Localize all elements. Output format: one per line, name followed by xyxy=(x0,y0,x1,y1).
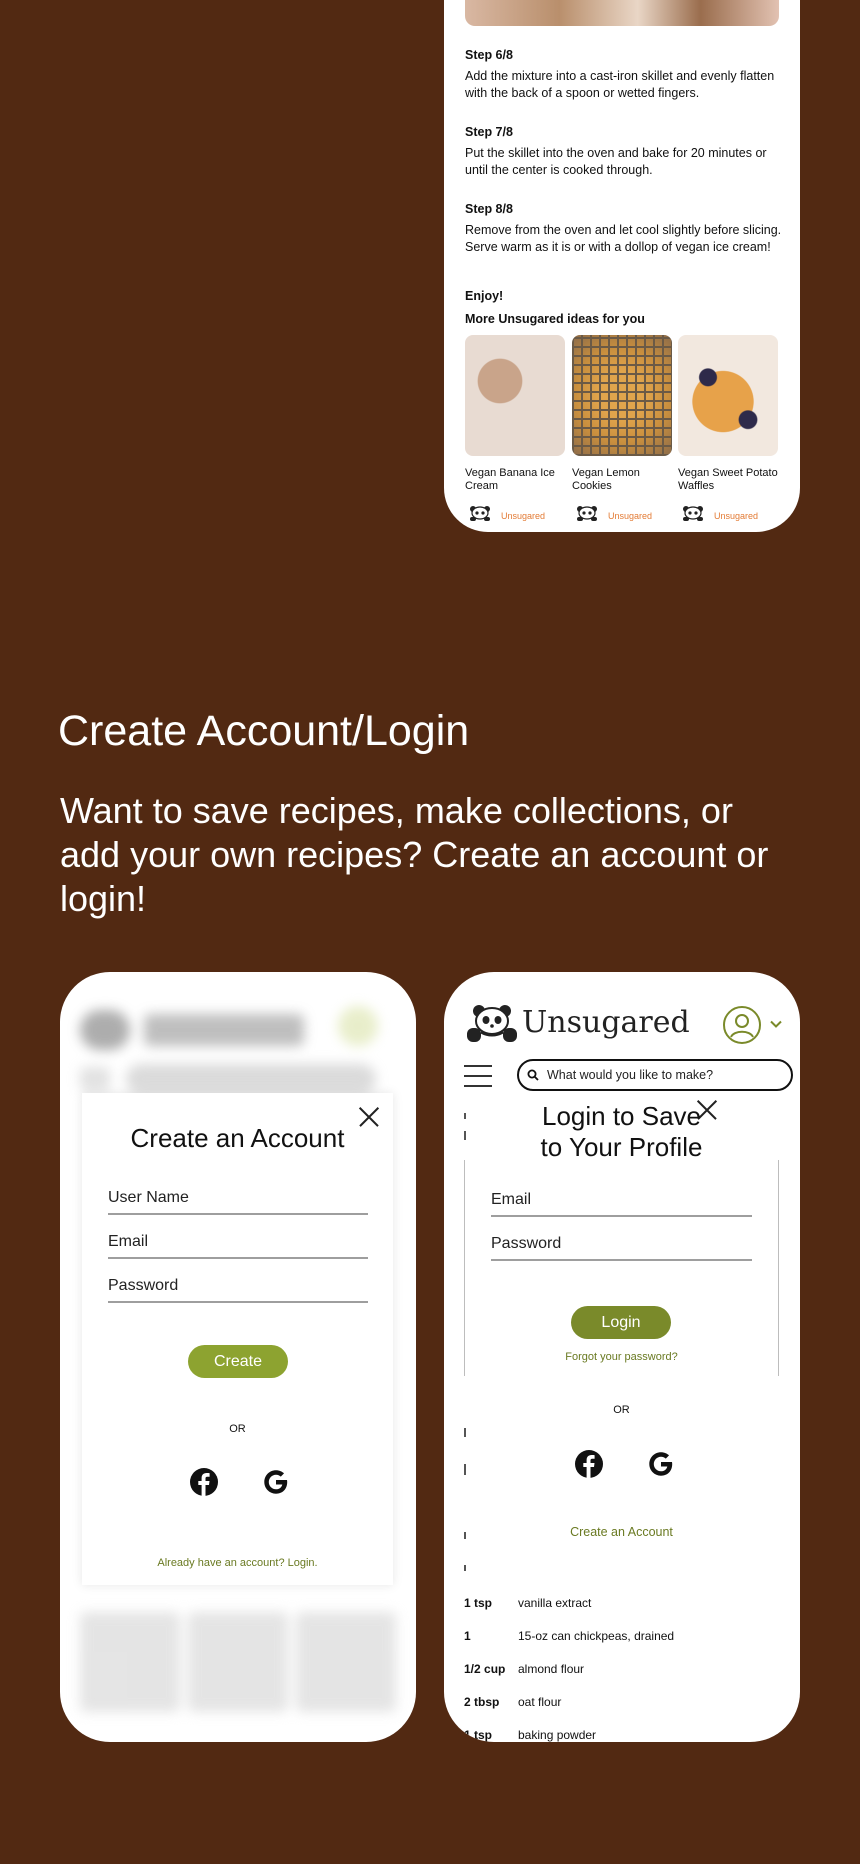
modal-title: Create an Account xyxy=(130,1123,345,1153)
search-icon xyxy=(527,1069,539,1081)
brand-name: Unsugared xyxy=(501,511,546,521)
brand-name: Unsugared xyxy=(608,511,653,521)
step-title: Step 7/8 xyxy=(465,125,513,139)
ingredient-qty: 1 tsp xyxy=(464,1728,493,1742)
step-text: Put the skillet into the oven and bake f… xyxy=(465,146,767,177)
ingredient-name: oat flour xyxy=(518,1695,562,1709)
ingredient-qty: 2 tbsp xyxy=(464,1695,500,1709)
recipe-card[interactable]: Vegan Banana Ice Cream Unsugared xyxy=(465,335,565,523)
card-brand: Unsugared xyxy=(678,505,778,523)
step-text: Add the mixture into a cast-iron skillet… xyxy=(465,69,775,100)
facebook-icon[interactable] xyxy=(189,1467,219,1497)
step-text: Remove from the oven and let cool slight… xyxy=(465,223,782,254)
card-caption: Vegan Lemon Cookies xyxy=(572,467,640,492)
card-brand: Unsugared xyxy=(465,505,565,523)
recipe-step: Step 8/8 Remove from the oven and let co… xyxy=(465,202,783,256)
ingredient-name: almond flour xyxy=(518,1662,585,1676)
card-brand: Unsugared xyxy=(572,505,672,523)
recipe-hero-image xyxy=(465,0,779,26)
section-description: Want to save recipes, make collections, … xyxy=(60,790,769,919)
search-input[interactable] xyxy=(545,1067,779,1083)
recipe-card[interactable]: Vegan Sweet Potato Waffles Unsugared xyxy=(678,335,778,523)
create-account-link[interactable]: Create an Account xyxy=(467,1525,776,1539)
section-title: Create Account/Login xyxy=(58,707,470,755)
recipe-step: Step 6/8 Add the mixture into a cast-iro… xyxy=(465,48,783,102)
or-divider: OR xyxy=(229,1423,246,1435)
brand-name: Unsugared xyxy=(714,511,759,521)
search-bar[interactable] xyxy=(517,1059,793,1091)
ingredient-name: baking powder xyxy=(518,1728,597,1742)
forgot-password-link[interactable]: Forgot your password? xyxy=(467,1351,776,1363)
email-field[interactable] xyxy=(491,1191,752,1217)
login-modal: Login to Save to Your Profile Login Forg… xyxy=(467,1100,776,1540)
background-fragment xyxy=(464,1113,466,1119)
brand-logo-text[interactable]: Unsugared xyxy=(522,1005,690,1040)
background-fragment xyxy=(464,1428,466,1437)
panda-logo-icon xyxy=(577,506,597,521)
facebook-icon[interactable] xyxy=(574,1449,604,1479)
panda-logo-icon xyxy=(470,506,490,521)
recipe-phone-screen: Step 6/8 Add the mixture into a cast-iro… xyxy=(444,0,800,532)
panda-logo-icon xyxy=(683,506,703,521)
create-account-modal: Create an Account Create OR Already have… xyxy=(82,1093,393,1585)
signup-phone-screen: Create an Account Create OR Already have… xyxy=(60,972,416,1742)
more-ideas-title: More Unsugared ideas for you xyxy=(465,312,645,326)
background-fragment xyxy=(464,1565,466,1571)
google-icon[interactable] xyxy=(261,1467,291,1497)
step-title: Step 6/8 xyxy=(465,48,513,62)
email-field[interactable] xyxy=(108,1233,368,1259)
card-caption: Vegan Banana Ice Cream xyxy=(465,467,555,492)
login-link[interactable]: Already have an account? Login. xyxy=(82,1557,393,1569)
google-icon[interactable] xyxy=(646,1449,676,1479)
modal-title-line1: Login to Save xyxy=(541,1101,701,1131)
modal-title-line2: to Your Profile xyxy=(540,1132,703,1162)
card-image xyxy=(572,335,672,456)
username-field[interactable] xyxy=(108,1189,368,1215)
login-phone-screen: Unsugared Login to Save to Your Profile … xyxy=(444,972,800,1742)
panda-logo-icon xyxy=(467,1005,517,1042)
user-avatar-icon[interactable] xyxy=(722,1005,762,1045)
card-image xyxy=(465,335,565,456)
or-divider: OR xyxy=(613,1404,630,1416)
ingredient-qty: 1/2 cup xyxy=(464,1662,506,1676)
login-button[interactable]: Login xyxy=(571,1306,671,1339)
recipe-step: Step 7/8 Put the skillet into the oven a… xyxy=(465,125,783,179)
menu-icon[interactable] xyxy=(464,1065,492,1089)
create-button[interactable]: Create xyxy=(188,1345,288,1378)
enjoy-text: Enjoy! xyxy=(465,289,504,303)
ingredient-qty: 1 xyxy=(464,1629,471,1643)
background-fragment xyxy=(464,1131,466,1140)
chevron-down-icon[interactable] xyxy=(770,1020,782,1029)
recipe-card[interactable]: Vegan Lemon Cookies Unsugared xyxy=(572,335,672,523)
ingredient-name: 15-oz can chickpeas, drained xyxy=(518,1629,675,1643)
background-fragment xyxy=(464,1532,466,1539)
ingredient-qty: 1 tsp xyxy=(464,1596,493,1610)
password-field[interactable] xyxy=(491,1235,752,1261)
step-title: Step 8/8 xyxy=(465,202,513,216)
card-caption: Vegan Sweet Potato Waffles xyxy=(678,467,778,492)
password-field[interactable] xyxy=(108,1277,368,1303)
background-fragment xyxy=(464,1464,466,1475)
card-image xyxy=(678,335,778,456)
ingredient-name: vanilla extract xyxy=(518,1596,592,1610)
